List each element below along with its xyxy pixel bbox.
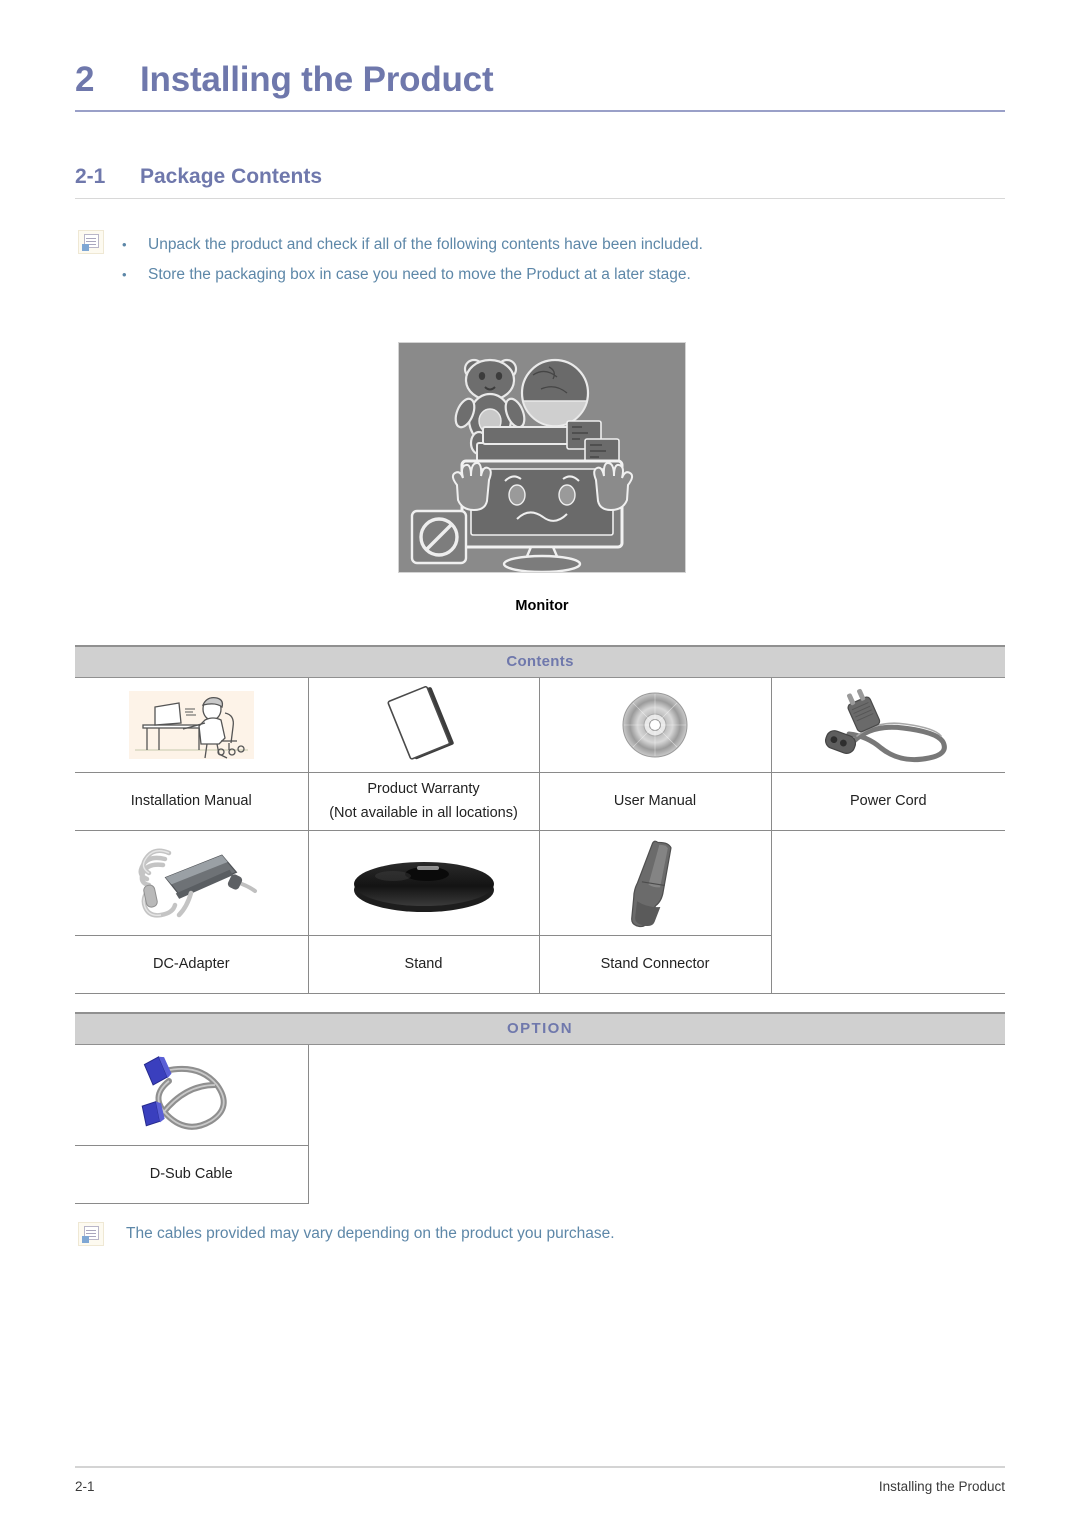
cell-product-warranty-icon bbox=[308, 677, 540, 773]
cell-dc-adapter-icon bbox=[75, 830, 309, 936]
label-stand-connector: Stand Connector bbox=[539, 935, 772, 994]
table-row: DC-Adapter Stand Stand Connector bbox=[75, 935, 1006, 994]
note-block-top: • Unpack the product and check if all of… bbox=[78, 230, 978, 290]
bullet-glyph: • bbox=[122, 267, 127, 282]
footer-page-number: 2-1 bbox=[75, 1479, 95, 1494]
cell-installation-manual-icon bbox=[75, 677, 309, 773]
chapter-divider bbox=[75, 110, 1005, 112]
stand-base-icon bbox=[353, 861, 494, 912]
installation-manual-icon bbox=[128, 690, 254, 759]
table-row bbox=[75, 677, 1006, 773]
label-text: DC-Adapter bbox=[152, 956, 230, 972]
section-title: Package Contents bbox=[140, 165, 323, 188]
product-warranty-icon bbox=[387, 685, 454, 760]
document-page: 2 Installing the Product 2-1 Package Con… bbox=[0, 0, 1080, 1527]
label-installation-manual: Installation Manual bbox=[75, 772, 309, 831]
hero-caption: Monitor bbox=[515, 598, 569, 614]
note-memo-icon bbox=[78, 1222, 104, 1246]
page-footer: 2-1 Installing the Product bbox=[75, 1466, 1005, 1494]
section-heading: 2-1 Package Contents bbox=[75, 165, 1005, 199]
note-item-text: Unpack the product and check if all of t… bbox=[148, 236, 703, 253]
dc-adapter-icon bbox=[138, 848, 258, 918]
label-power-cord: Power Cord bbox=[771, 772, 1006, 831]
label-text: Power Cord bbox=[849, 793, 927, 809]
chapter-number: 2 bbox=[75, 60, 95, 99]
footer-divider bbox=[75, 1466, 1005, 1468]
note-memo-icon bbox=[78, 230, 104, 254]
label-text: Product Warranty (Not available in all lo… bbox=[329, 781, 518, 821]
table-row: Installation Manual Product Warranty (Not… bbox=[75, 772, 1006, 831]
note-item: • Unpack the product and check if all of… bbox=[122, 230, 978, 260]
label-text: D-Sub Cable bbox=[149, 1166, 233, 1182]
label-stand: Stand bbox=[308, 935, 540, 994]
note-bottom-text: The cables provided may vary depending o… bbox=[126, 1225, 615, 1242]
power-cord-icon bbox=[825, 688, 948, 762]
option-table: OPTION D-Sub Cable bbox=[75, 1012, 1005, 1204]
contents-table: Contents Installation Manual Product War… bbox=[75, 645, 1006, 994]
cd-disc-icon bbox=[622, 692, 688, 757]
table-row bbox=[75, 1044, 1005, 1146]
label-product-warranty: Product Warranty (Not available in all lo… bbox=[308, 772, 540, 831]
monitor-warning-illustration bbox=[398, 342, 686, 573]
label-d-sub-cable: D-Sub Cable bbox=[75, 1145, 309, 1204]
bullet-glyph: • bbox=[122, 237, 127, 252]
note-item-text: Store the packaging box in case you need… bbox=[148, 266, 691, 283]
section-number: 2-1 bbox=[75, 165, 106, 188]
cell-stand-base-icon bbox=[308, 830, 540, 936]
cell-d-sub-cable-icon bbox=[75, 1044, 309, 1146]
stand-connector-icon bbox=[631, 840, 672, 927]
chapter-title: Installing the Product bbox=[140, 60, 494, 99]
label-user-manual: User Manual bbox=[539, 772, 772, 831]
table-row bbox=[75, 830, 1005, 936]
note-block-bottom: The cables provided may vary depending o… bbox=[78, 1222, 978, 1246]
cell-power-cord-icon bbox=[771, 677, 1006, 773]
cell-empty bbox=[771, 830, 1005, 935]
label-text: Stand Connector bbox=[600, 956, 710, 972]
cell-empty bbox=[771, 935, 1006, 994]
note-item: • Store the packaging box in case you ne… bbox=[122, 260, 978, 290]
cell-cd-disc-icon bbox=[539, 677, 772, 773]
label-dc-adapter: DC-Adapter bbox=[75, 935, 309, 994]
d-sub-cable-icon bbox=[141, 1055, 227, 1130]
footer-chapter-label: Installing the Product bbox=[878, 1479, 1005, 1494]
chapter-heading: 2 Installing the Product bbox=[75, 60, 1005, 112]
cell-empty bbox=[308, 1044, 1005, 1203]
cell-stand-connector-icon bbox=[539, 830, 772, 936]
contents-table-header: Contents bbox=[75, 645, 1006, 678]
label-text: Stand bbox=[404, 956, 443, 972]
label-text: User Manual bbox=[613, 793, 697, 809]
label-text: Installation Manual bbox=[130, 793, 252, 809]
section-divider bbox=[75, 198, 1005, 199]
option-table-header: OPTION bbox=[75, 1012, 1005, 1045]
